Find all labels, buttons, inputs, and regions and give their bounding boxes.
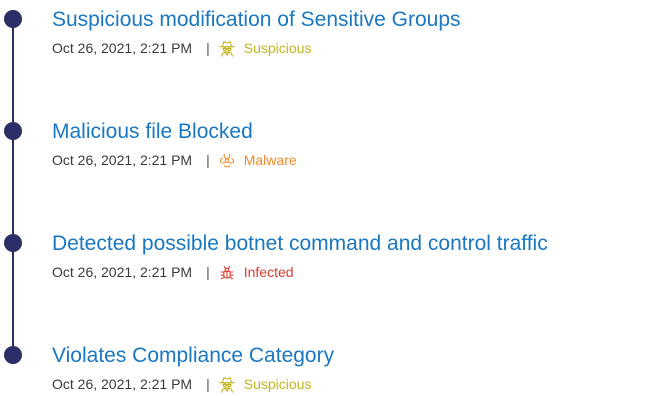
timeline-dot — [4, 10, 22, 28]
event-title-link[interactable]: Malicious file Blocked — [52, 118, 253, 146]
event-timestamp: Oct 26, 2021, 2:21 PM — [52, 264, 193, 280]
category-label: Malware — [243, 152, 297, 168]
timeline-dot — [4, 346, 22, 364]
timeline-dot — [4, 234, 22, 252]
event-timestamp: Oct 26, 2021, 2:21 PM — [52, 40, 193, 56]
event-meta: Oct 26, 2021, 2:21 PM | Infected — [52, 262, 294, 282]
spy-icon — [218, 39, 236, 57]
meta-separator: | — [206, 152, 210, 168]
timeline-line — [12, 20, 14, 354]
spy-icon — [218, 375, 236, 393]
event-meta: Oct 26, 2021, 2:21 PM | Suspicious — [52, 374, 311, 394]
category-label: Suspicious — [243, 40, 312, 56]
event-title-link[interactable]: Suspicious modification of Sensitive Gro… — [52, 6, 461, 34]
timeline-event: Suspicious modification of Sensitive Gro… — [0, 0, 646, 60]
event-title-link[interactable]: Detected possible botnet command and con… — [52, 230, 548, 258]
meta-separator: | — [206, 264, 210, 280]
timeline-event: Malicious file Blocked Oct 26, 2021, 2:2… — [0, 112, 646, 172]
timeline-event: Detected possible botnet command and con… — [0, 224, 646, 284]
event-meta: Oct 26, 2021, 2:21 PM | Suspicious — [52, 38, 311, 58]
biohazard-icon — [218, 151, 236, 169]
bug-icon — [218, 263, 236, 281]
category-label: Suspicious — [243, 376, 312, 392]
category-label: Infected — [243, 264, 294, 280]
timeline-event: Violates Compliance Category Oct 26, 202… — [0, 336, 646, 396]
meta-separator: | — [206, 376, 210, 392]
event-timestamp: Oct 26, 2021, 2:21 PM — [52, 376, 193, 392]
event-timeline: Suspicious modification of Sensitive Gro… — [0, 0, 646, 393]
timeline-dot — [4, 122, 22, 140]
event-timestamp: Oct 26, 2021, 2:21 PM — [52, 152, 193, 168]
meta-separator: | — [206, 40, 210, 56]
event-meta: Oct 26, 2021, 2:21 PM | Malware — [52, 150, 297, 170]
event-title-link[interactable]: Violates Compliance Category — [52, 342, 334, 370]
